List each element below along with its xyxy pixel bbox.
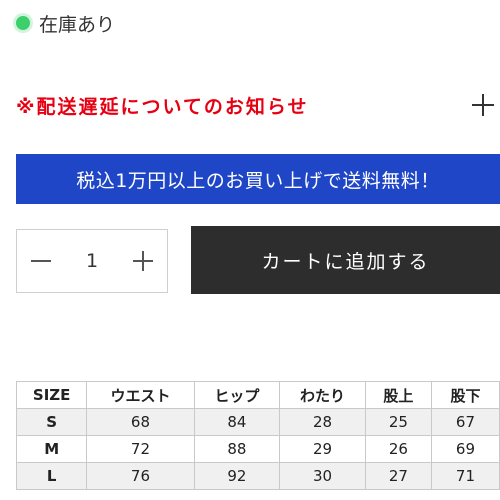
header-inseam: 股下 bbox=[430, 381, 500, 409]
thigh-value: 30 bbox=[279, 462, 366, 490]
add-to-cart-button[interactable]: カートに追加する bbox=[191, 226, 500, 294]
size-label: S bbox=[15, 408, 88, 436]
stock-label: 在庫あり bbox=[39, 13, 116, 36]
notice-title: ※配送遅延についてのお知らせ bbox=[16, 95, 309, 118]
rise-value: 26 bbox=[364, 435, 432, 463]
header-size: SIZE bbox=[15, 381, 88, 409]
hip-value: 84 bbox=[193, 408, 281, 436]
decrease-quantity-icon[interactable] bbox=[31, 251, 51, 271]
table-row: L 76 92 30 27 71 bbox=[15, 462, 500, 490]
table-row: S 68 84 28 25 67 bbox=[15, 408, 500, 436]
hip-value: 92 bbox=[193, 462, 281, 490]
size-chart-table: SIZE ウエスト ヒップ わたり 股上 股下 S 68 84 28 25 67… bbox=[15, 381, 500, 490]
increase-quantity-icon[interactable] bbox=[133, 251, 153, 271]
shipping-delay-notice[interactable]: ※配送遅延についてのお知らせ bbox=[16, 88, 500, 122]
in-stock-indicator-icon bbox=[16, 16, 30, 30]
table-header-row: SIZE ウエスト ヒップ わたり 股上 股下 bbox=[15, 381, 500, 409]
size-label: L bbox=[15, 462, 88, 490]
add-to-cart-label: カートに追加する bbox=[261, 250, 430, 273]
hip-value: 88 bbox=[193, 435, 281, 463]
header-hip: ヒップ bbox=[193, 381, 281, 409]
free-shipping-banner: 税込1万円以上のお買い上げで送料無料！ bbox=[16, 154, 500, 204]
rise-value: 25 bbox=[364, 408, 432, 436]
quantity-stepper: 1 bbox=[16, 229, 168, 293]
inseam-value: 71 bbox=[430, 462, 500, 490]
inseam-value: 69 bbox=[430, 435, 500, 463]
waist-value: 68 bbox=[86, 408, 195, 436]
header-rise: 股上 bbox=[364, 381, 432, 409]
banner-text: 税込1万円以上のお買い上げで送料無料！ bbox=[76, 169, 440, 192]
table-row: M 72 88 29 26 69 bbox=[15, 435, 500, 463]
rise-value: 27 bbox=[364, 462, 432, 490]
stock-status: 在庫あり bbox=[16, 10, 115, 36]
size-label: M bbox=[15, 435, 88, 463]
inseam-value: 67 bbox=[430, 408, 500, 436]
thigh-value: 29 bbox=[279, 435, 366, 463]
thigh-value: 28 bbox=[279, 408, 366, 436]
header-thigh: わたり bbox=[279, 381, 366, 409]
expand-plus-icon[interactable] bbox=[472, 94, 494, 116]
waist-value: 76 bbox=[86, 462, 195, 490]
header-waist: ウエスト bbox=[86, 381, 195, 409]
quantity-value[interactable]: 1 bbox=[86, 250, 98, 272]
waist-value: 72 bbox=[86, 435, 195, 463]
